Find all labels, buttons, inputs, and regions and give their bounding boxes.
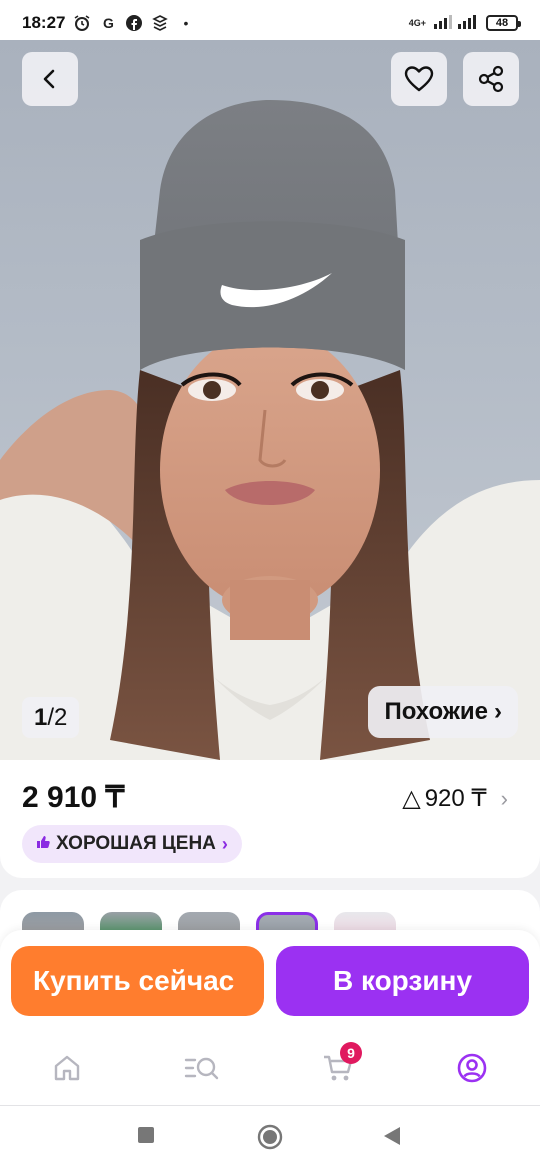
product-price: 2 910 ₸ <box>22 781 125 814</box>
back-button[interactable] <box>22 52 78 106</box>
delta-icon: △ <box>402 785 421 812</box>
bottom-navigation: 9 <box>0 1028 540 1106</box>
profile-icon <box>457 1053 487 1083</box>
back-arrow-icon <box>43 69 55 89</box>
home-circle-icon <box>257 1124 283 1150</box>
similar-products-button[interactable]: Похожие › <box>368 686 518 738</box>
home-icon <box>54 1055 80 1081</box>
google-icon: G <box>103 15 114 31</box>
nav-cart[interactable]: 9 <box>318 1042 362 1088</box>
heart-icon <box>404 66 434 92</box>
nav-home[interactable] <box>47 1048 87 1088</box>
similar-products-label: Похожие <box>384 698 488 725</box>
favorite-button[interactable] <box>391 52 447 106</box>
alt-price-value: 920 ₸ <box>424 785 487 812</box>
recents-icon <box>138 1127 154 1143</box>
app-icon <box>151 14 169 32</box>
chevron-right-icon: › <box>221 833 228 854</box>
home-system-button[interactable] <box>257 1124 283 1150</box>
good-price-badge[interactable]: ХОРОШАЯ ЦЕНА › <box>22 825 242 863</box>
facebook-icon <box>125 14 143 32</box>
back-triangle-icon <box>384 1127 400 1145</box>
chevron-right-icon: › <box>500 785 508 811</box>
add-to-cart-button[interactable]: В корзину <box>276 946 529 1016</box>
image-counter-current: 1 <box>34 703 48 731</box>
good-price-label: ХОРОШАЯ ЦЕНА <box>56 833 216 854</box>
catalog-search-icon <box>184 1057 219 1080</box>
battery-icon: 48 <box>486 15 521 31</box>
nav-profile[interactable] <box>452 1048 492 1088</box>
nav-catalog[interactable] <box>182 1048 222 1088</box>
notification-dot: • <box>183 15 189 31</box>
cart-count-badge: 9 <box>340 1042 362 1064</box>
status-left: 18:27 G • <box>22 13 188 33</box>
action-bar: Купить сейчас В корзину <box>0 930 540 1028</box>
thumbs-up-icon <box>36 835 50 853</box>
signal-icon <box>434 13 478 34</box>
network-type: 4G+ <box>408 17 426 28</box>
image-counter-total: 2 <box>54 703 68 731</box>
alarm-icon <box>73 14 91 32</box>
recents-button[interactable] <box>137 1126 155 1144</box>
status-time: 18:27 <box>22 13 66 32</box>
system-navigation-bar <box>0 1106 540 1170</box>
buy-now-button[interactable]: Купить сейчас <box>11 946 264 1016</box>
product-photo <box>0 100 540 760</box>
chevron-right-icon: › <box>494 698 502 725</box>
product-image-gallery[interactable]: 1 / 2 Похожие › <box>0 40 540 760</box>
price-card: 2 910 ₸ △ 920 ₸ › ХОРОШАЯ ЦЕНА › <box>0 760 540 878</box>
image-counter-separator: / <box>47 703 55 731</box>
image-counter: 1 / 2 <box>22 697 80 738</box>
status-right: 4G+ 48 <box>408 13 521 34</box>
share-button[interactable] <box>463 52 519 106</box>
share-icon <box>478 65 504 93</box>
back-system-button[interactable] <box>383 1126 401 1146</box>
alt-price-link[interactable]: △ 920 ₸ › <box>402 784 508 813</box>
